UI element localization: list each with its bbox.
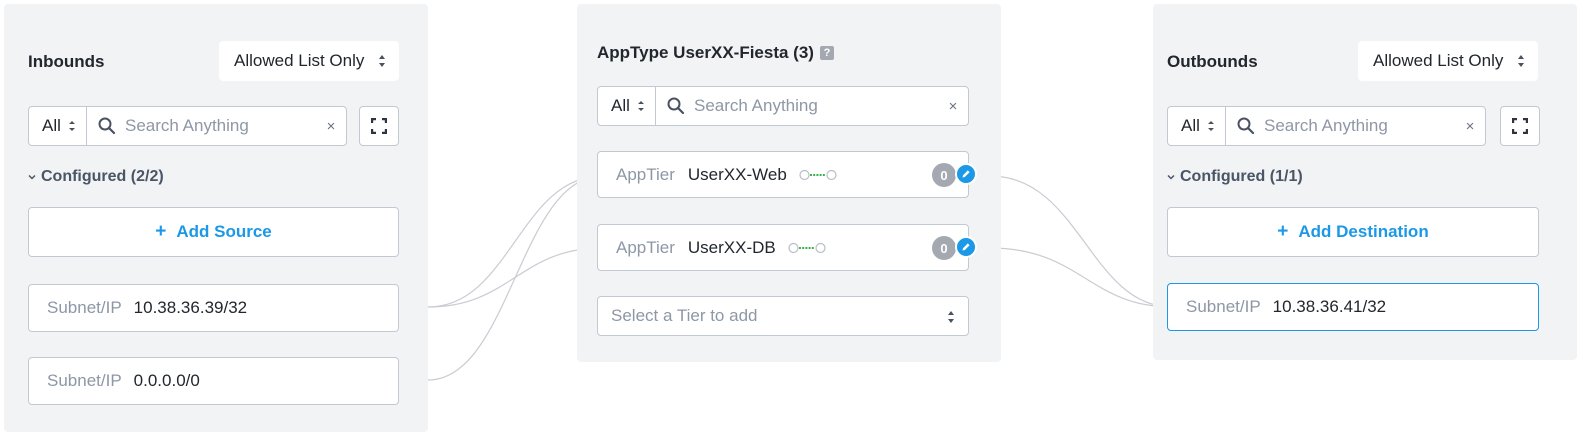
sort-arrows-icon bbox=[1208, 121, 1214, 131]
add-source-label: Add Source bbox=[176, 222, 272, 241]
tier-select[interactable]: Select a Tier to add bbox=[597, 296, 969, 336]
inbounds-mode-select[interactable]: Allowed List Only bbox=[219, 41, 399, 81]
inbounds-fullscreen-button[interactable] bbox=[359, 106, 399, 146]
sort-arrows-icon bbox=[1518, 55, 1525, 67]
apptype-search-input[interactable]: Search Anything bbox=[694, 96, 938, 116]
tier-key: AppTier bbox=[616, 237, 675, 257]
outbounds-search-input[interactable]: Search Anything bbox=[1264, 116, 1455, 136]
inbounds-title: Inbounds bbox=[28, 52, 105, 71]
edit-icon bbox=[962, 243, 970, 251]
outbounds-search-filter[interactable]: All bbox=[1168, 107, 1226, 145]
edit-icon bbox=[962, 170, 970, 178]
chevron-down-icon bbox=[28, 174, 36, 180]
sort-arrows-icon bbox=[948, 311, 955, 323]
inbounds-mode-value: Allowed List Only bbox=[234, 51, 365, 70]
help-icon[interactable]: ? bbox=[819, 46, 834, 60]
sort-arrows-icon bbox=[69, 121, 75, 131]
search-icon bbox=[667, 97, 685, 115]
link-inbound-2-web bbox=[427, 175, 603, 381]
entry-value: 10.38.36.39/32 bbox=[133, 298, 248, 317]
tier-key: AppTier bbox=[616, 164, 675, 184]
link-inbound-1-db bbox=[427, 247, 603, 308]
apptype-filter-value: All bbox=[611, 96, 630, 115]
tier-rule-count-badge: 0 bbox=[932, 236, 956, 260]
edit-tier-button[interactable] bbox=[955, 163, 977, 185]
inbounds-search-filter[interactable]: All bbox=[29, 107, 87, 145]
inbound-entry[interactable]: Subnet/IP 10.38.36.39/32 bbox=[28, 284, 399, 332]
tier-value: UserXX-DB bbox=[687, 237, 776, 257]
fullscreen-icon bbox=[1512, 118, 1528, 134]
apptype-title-text: AppType UserXX-Fiesta (3) bbox=[597, 43, 814, 62]
clear-icon[interactable]: × bbox=[1455, 118, 1485, 135]
entry-key: Subnet/IP bbox=[47, 298, 122, 317]
link-db-outbound-1 bbox=[989, 247, 1173, 308]
apptier-item-web[interactable]: AppTier UserXX-Web bbox=[597, 151, 969, 198]
outbounds-mode-value: Allowed List Only bbox=[1373, 51, 1504, 70]
outbounds-mode-select[interactable]: Allowed List Only bbox=[1358, 41, 1538, 81]
inbounds-search-input[interactable]: Search Anything bbox=[125, 116, 316, 136]
add-source-button[interactable]: + Add Source bbox=[28, 207, 399, 257]
clear-icon[interactable]: × bbox=[938, 98, 968, 115]
inbounds-configured-label: Configured (2/2) bbox=[41, 168, 164, 185]
search-icon bbox=[1237, 117, 1255, 135]
apptype-search: All Search Anything × bbox=[597, 86, 969, 126]
entry-key: Subnet/IP bbox=[1186, 297, 1261, 316]
link-web-outbound-1 bbox=[989, 175, 1173, 308]
outbounds-configured-header[interactable]: Configured (1/1) bbox=[1167, 168, 1303, 186]
outbound-entry[interactable]: Subnet/IP 10.38.36.41/32 bbox=[1167, 283, 1539, 331]
outbounds-title: Outbounds bbox=[1167, 52, 1258, 71]
search-icon bbox=[98, 117, 116, 135]
fullscreen-icon bbox=[371, 118, 387, 134]
entry-value: 10.38.36.41/32 bbox=[1272, 297, 1387, 316]
apptype-title: AppType UserXX-Fiesta (3)? bbox=[597, 43, 834, 63]
outbounds-configured-label: Configured (1/1) bbox=[1180, 168, 1303, 185]
tier-select-placeholder: Select a Tier to add bbox=[611, 306, 758, 325]
outbounds-panel: Outbounds Allowed List Only All Search A… bbox=[1153, 4, 1577, 360]
apptier-item-db[interactable]: AppTier UserXX-DB bbox=[597, 224, 969, 271]
entry-key: Subnet/IP bbox=[47, 371, 122, 390]
add-destination-label: Add Destination bbox=[1298, 222, 1429, 241]
inbound-entry[interactable]: Subnet/IP 0.0.0.0/0 bbox=[28, 357, 399, 405]
apptype-search-filter[interactable]: All bbox=[598, 87, 656, 125]
edit-tier-button[interactable] bbox=[955, 236, 977, 258]
outbounds-fullscreen-button[interactable] bbox=[1500, 106, 1540, 146]
tier-value: UserXX-Web bbox=[687, 164, 787, 184]
apptype-panel: AppType UserXX-Fiesta (3)? All Search An… bbox=[577, 4, 1001, 362]
tier-link-icon bbox=[788, 242, 826, 253]
inbounds-configured-header[interactable]: Configured (2/2) bbox=[28, 168, 164, 186]
sort-arrows-icon bbox=[638, 101, 644, 111]
outbounds-filter-value: All bbox=[1181, 116, 1200, 135]
inbounds-search: All Search Anything × bbox=[28, 106, 347, 146]
clear-icon[interactable]: × bbox=[316, 118, 346, 135]
chevron-down-icon bbox=[1167, 174, 1175, 180]
sort-arrows-icon bbox=[379, 55, 386, 67]
tier-link-icon bbox=[799, 169, 837, 180]
inbounds-panel: Inbounds Allowed List Only All Search An… bbox=[4, 4, 428, 432]
tier-rule-count-badge: 0 bbox=[932, 163, 956, 187]
entry-value: 0.0.0.0/0 bbox=[133, 371, 200, 390]
link-inbound-1-web bbox=[427, 175, 603, 308]
plus-icon: + bbox=[155, 221, 167, 242]
outbounds-search: All Search Anything × bbox=[1167, 106, 1486, 146]
plus-icon: + bbox=[1277, 221, 1289, 242]
add-destination-button[interactable]: + Add Destination bbox=[1167, 207, 1539, 257]
inbounds-filter-value: All bbox=[42, 116, 61, 135]
